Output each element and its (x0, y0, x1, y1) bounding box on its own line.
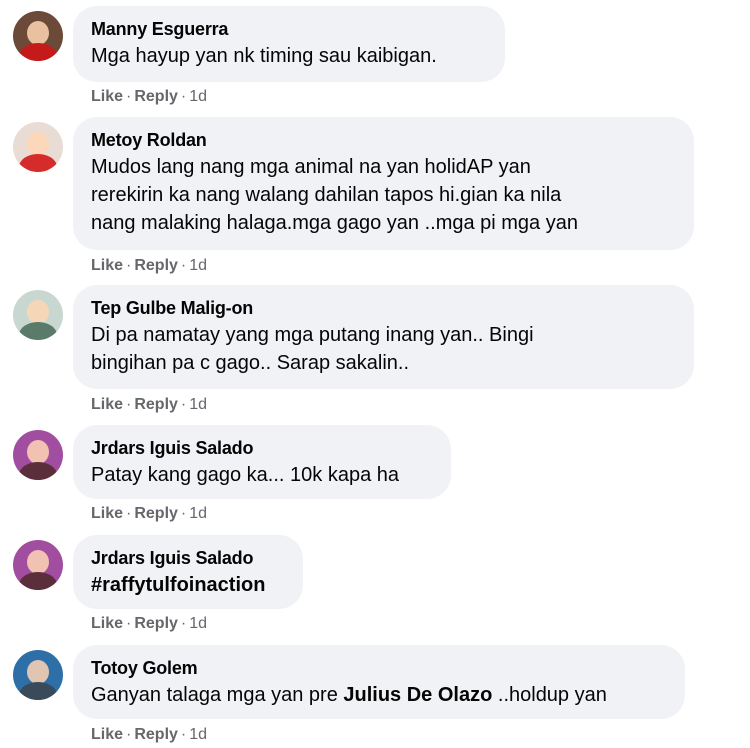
comment-text-line: Mudos lang nang mga animal na yan holidA… (91, 156, 531, 178)
avatar-body (19, 154, 57, 172)
like-button[interactable]: Like (91, 726, 123, 743)
separator: · (126, 88, 132, 105)
comment-bubble: Tep Gulbe Malig-on Di pa namatay yang mg… (73, 285, 694, 389)
reply-button[interactable]: Reply (134, 88, 178, 105)
avatar[interactable] (13, 650, 63, 700)
reply-button[interactable]: Reply (134, 257, 178, 274)
separator: · (180, 88, 187, 105)
comment-author[interactable]: Totoy Golem (91, 657, 666, 679)
separator: · (126, 505, 132, 522)
avatar-body (19, 322, 57, 340)
separator: · (126, 257, 132, 274)
avatar-body (19, 43, 57, 61)
avatar-body (19, 462, 57, 480)
comment-timestamp[interactable]: 1d (189, 88, 207, 105)
like-button[interactable]: Like (91, 615, 123, 632)
separator: · (180, 396, 187, 413)
comment-hashtag[interactable]: #raffytulfoinaction (91, 571, 284, 599)
like-button[interactable]: Like (91, 396, 123, 413)
comment-text: Mga hayup yan nk timing sau kaibigan. (91, 45, 437, 67)
avatar-face (27, 660, 49, 684)
comment-timestamp[interactable]: 1d (189, 505, 207, 522)
comment-timestamp[interactable]: 1d (189, 726, 207, 743)
like-button[interactable]: Like (91, 257, 123, 274)
avatar-body (19, 682, 57, 700)
avatar[interactable] (13, 122, 63, 172)
comment-text-prefix: Ganyan talaga mga yan pre (91, 684, 344, 706)
comment-author[interactable]: Metoy Roldan (91, 129, 675, 151)
avatar-body (19, 572, 57, 590)
comment-text: Ganyan talaga mga yan pre Julius De Olaz… (91, 681, 666, 709)
comment-timestamp[interactable]: 1d (189, 615, 207, 632)
separator: · (180, 505, 187, 522)
comment-text-suffix: ..holdup yan (492, 684, 607, 706)
separator: · (126, 396, 132, 413)
comment-author[interactable]: Tep Gulbe Malig-on (91, 297, 675, 319)
separator: · (126, 726, 132, 743)
comment-text-line: nang malaking halaga.mga gago yan ..mga … (91, 212, 578, 234)
reply-button[interactable]: Reply (134, 505, 178, 522)
avatar-face (27, 132, 49, 156)
like-button[interactable]: Like (91, 505, 123, 522)
avatar-face (27, 300, 49, 324)
separator: · (126, 615, 132, 632)
comment-author[interactable]: Jrdars Iguis Salado (91, 547, 284, 569)
reply-button[interactable]: Reply (134, 396, 178, 413)
avatar-face (27, 21, 49, 45)
reply-button[interactable]: Reply (134, 615, 178, 632)
separator: · (180, 257, 187, 274)
comment-bubble: Jrdars Iguis Salado Patay kang gago ka..… (73, 425, 451, 499)
avatar[interactable] (13, 11, 63, 61)
comment-author[interactable]: Manny Esguerra (91, 18, 486, 40)
comment-actions: Like · Reply · 1d (91, 725, 207, 745)
separator: · (180, 726, 187, 743)
comment-text-line: rerekirin ka nang walang dahilan tapos h… (91, 184, 562, 206)
comment-bubble: Metoy Roldan Mudos lang nang mga animal … (73, 117, 694, 250)
comment-actions: Like · Reply · 1d (91, 614, 207, 634)
comment-actions: Like · Reply · 1d (91, 256, 207, 276)
comment-timestamp[interactable]: 1d (189, 257, 207, 274)
comment-actions: Like · Reply · 1d (91, 395, 207, 415)
avatar[interactable] (13, 430, 63, 480)
avatar-face (27, 550, 49, 574)
reply-button[interactable]: Reply (134, 726, 178, 743)
like-button[interactable]: Like (91, 88, 123, 105)
avatar[interactable] (13, 540, 63, 590)
comment-timestamp[interactable]: 1d (189, 396, 207, 413)
comment-actions: Like · Reply · 1d (91, 504, 207, 524)
comment-bubble: Totoy Golem Ganyan talaga mga yan pre Ju… (73, 645, 685, 719)
comment-text-line: bingihan pa c gago.. Sarap sakalin.. (91, 352, 409, 374)
comment-text: Patay kang gago ka... 10k kapa ha (91, 464, 399, 486)
comment-actions: Like · Reply · 1d (91, 87, 207, 107)
separator: · (180, 615, 187, 632)
avatar[interactable] (13, 290, 63, 340)
mention-link[interactable]: Julius De Olazo (343, 684, 492, 706)
comment-bubble: Manny Esguerra Mga hayup yan nk timing s… (73, 6, 505, 82)
comment-text-line: Di pa namatay yang mga putang inang yan.… (91, 324, 534, 346)
comment-bubble: Jrdars Iguis Salado #raffytulfoinaction (73, 535, 303, 609)
comment-author[interactable]: Jrdars Iguis Salado (91, 437, 432, 459)
hashtag-link[interactable]: #raffytulfoinaction (91, 574, 265, 596)
avatar-face (27, 440, 49, 464)
